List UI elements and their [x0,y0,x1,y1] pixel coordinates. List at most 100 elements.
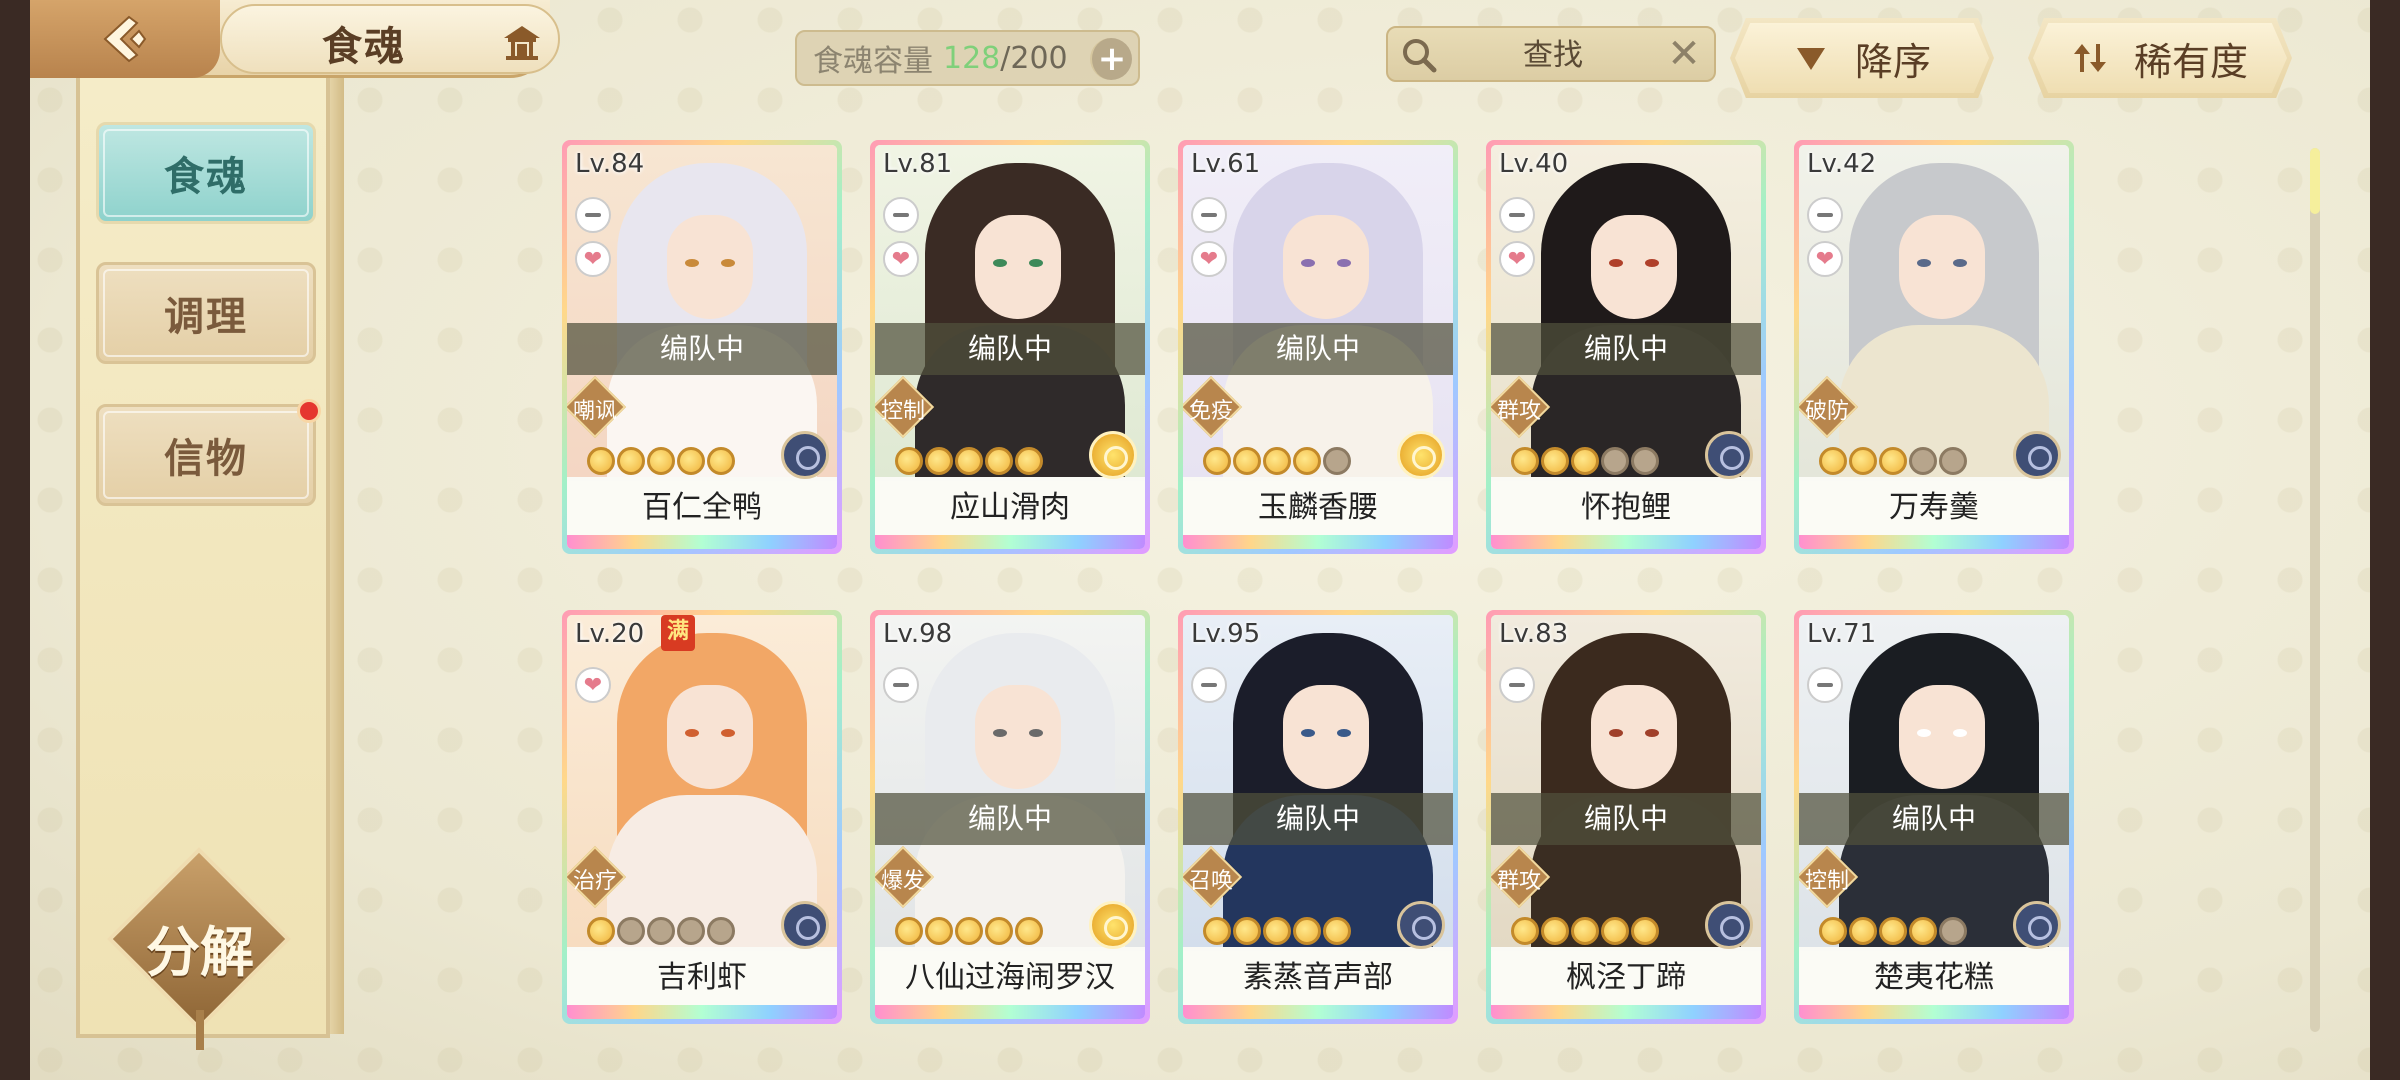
portrait-face [1591,685,1677,789]
soul-card[interactable]: Lv.81 ❤ 编队中 控制 应山滑肉 [870,140,1150,554]
role-tag: 召唤 [1183,845,1243,909]
star-icon [677,447,705,475]
favorite-heart-icon[interactable]: ❤ [575,667,611,703]
soul-card[interactable]: Lv.84 ❤ 编队中 嘲讽 百仁全鸭 [562,140,842,554]
role-label: 爆发 [880,869,925,894]
bond-face-icon[interactable] [1191,197,1227,233]
tab-soul[interactable]: 食魂 [96,122,316,224]
scrollbar[interactable] [2310,148,2320,1032]
search-icon [1403,39,1437,73]
portrait-face [1591,215,1677,319]
soul-card[interactable]: Lv.98 编队中 爆发 八仙过海闹罗汉 [870,610,1150,1024]
star-rating [1511,917,1659,945]
card-name: 百仁全鸭 [567,481,837,535]
card-level: Lv.81 [883,149,953,179]
top-bar: 食魂 [30,0,560,78]
sort-order-label: 降序 [1854,39,1931,84]
in-team-banner: 编队中 [1183,323,1453,375]
tab-cooking[interactable]: 调理 [96,262,316,364]
role-label: 召唤 [1188,869,1233,894]
role-tag: 群攻 [1491,845,1551,909]
star-icon [1571,917,1599,945]
star-rating [1819,447,1967,475]
in-team-banner: 编队中 [567,323,837,375]
portrait-eye [1337,259,1351,267]
scrollbar-thumb[interactable] [2310,148,2320,214]
sort-rarity-button[interactable]: 稀有度 [2028,18,2292,98]
star-icon [895,917,923,945]
star-icon [1323,447,1351,475]
clear-search-icon[interactable]: ✕ [1664,34,1704,74]
card-rarity-strip [567,1005,837,1019]
bond-face-icon[interactable] [575,197,611,233]
card-inner: Lv.40 ❤ 编队中 群攻 怀抱鲤 [1491,145,1761,549]
tab-frame [103,129,309,217]
bond-face-icon[interactable] [883,197,919,233]
soul-card[interactable]: Lv.71 编队中控制楚夷花糕 [1794,610,2074,1024]
portrait-eye [685,729,699,737]
bond-face-icon[interactable] [1191,667,1227,703]
star-icon [707,447,735,475]
portrait-eye [1301,729,1315,737]
card-level: Lv.98 [883,619,953,649]
element-flower-icon [781,431,829,479]
soul-card[interactable]: Lv.20 满 ❤ 治疗 吉利虾 [562,610,842,1024]
favorite-heart-icon[interactable]: ❤ [1191,241,1227,277]
bond-face-icon[interactable] [1807,197,1843,233]
card-rarity-strip [1491,1005,1761,1019]
soul-card[interactable]: Lv.40 ❤ 编队中 群攻 怀抱鲤 [1486,140,1766,554]
star-icon [1015,917,1043,945]
card-level: Lv.42 [1807,149,1877,179]
portrait-face [975,685,1061,789]
card-name: 楚夷花糕 [1799,951,2069,1005]
portrait-eye [1609,259,1623,267]
soul-card[interactable]: Lv.95 编队中 召唤 素蒸音声部 [1178,610,1458,1024]
tab-token[interactable]: 信物 [96,399,321,506]
bond-face-icon[interactable] [1499,667,1535,703]
card-name: 八仙过海闹罗汉 [875,951,1145,1005]
bond-face-icon[interactable] [883,667,919,703]
star-icon [925,917,953,945]
portrait-eye [1301,259,1315,267]
tab-frame [103,269,309,357]
star-icon [1511,447,1539,475]
favorite-heart-icon[interactable]: ❤ [1807,241,1843,277]
decompose-button[interactable]: 分解 [107,847,291,1050]
card-level: Lv.95 [1191,619,1261,649]
star-icon [1819,447,1847,475]
back-button[interactable] [30,0,220,78]
soul-card[interactable]: Lv.42 ❤ 破防 万寿羹 [1794,140,2074,554]
card-rarity-strip [1491,535,1761,549]
favorite-heart-icon[interactable]: ❤ [883,241,919,277]
favorite-heart-icon[interactable]: ❤ [575,241,611,277]
search-input[interactable] [1448,34,1658,76]
notification-dot [297,399,321,423]
soul-card[interactable]: Lv.83 编队中 群攻 枫泾丁蹄 [1486,610,1766,1024]
star-icon [1511,917,1539,945]
card-level: Lv.20 [575,619,645,649]
sort-order-button[interactable]: 降序 [1730,18,1994,98]
capacity-label: 食魂容量 [813,44,933,79]
star-icon [1541,917,1569,945]
role-tag: 控制 [875,375,935,439]
card-rarity-strip [875,1005,1145,1019]
element-flower-icon [781,901,829,949]
card-level: Lv.71 [1807,619,1877,649]
star-icon [1233,447,1261,475]
star-rating [1203,917,1351,945]
pavilion-icon[interactable] [502,22,542,62]
star-rating [587,447,735,475]
card-name: 万寿羹 [1799,481,2069,535]
element-flower-icon [1705,431,1753,479]
portrait-eye [1953,259,1967,267]
soul-card[interactable]: Lv.61 ❤ 编队中 免疫 玉麟香腰 [1178,140,1458,554]
star-icon [1015,447,1043,475]
favorite-heart-icon[interactable]: ❤ [1499,241,1535,277]
expand-capacity-button[interactable]: + [1090,38,1132,80]
in-team-banner: 编队中 [1799,793,2069,845]
bond-face-icon[interactable] [1807,667,1843,703]
role-label: 控制 [1804,869,1849,894]
card-name: 枫泾丁蹄 [1491,951,1761,1005]
bond-face-icon[interactable] [1499,197,1535,233]
card-inner: Lv.84 ❤ 编队中 嘲讽 百仁全鸭 [567,145,837,549]
